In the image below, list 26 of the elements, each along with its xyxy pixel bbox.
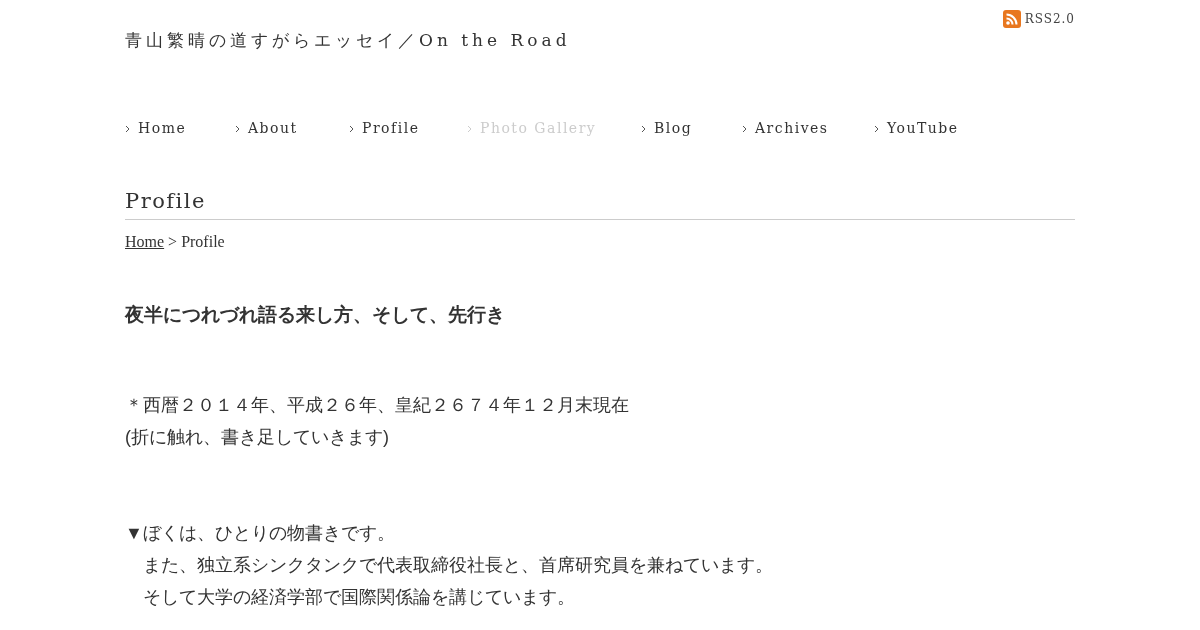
text-line: ＊西暦２０１４年、平成２６年、皇紀２６７４年１２月末現在 xyxy=(125,393,630,417)
breadcrumb-separator: > xyxy=(168,232,178,252)
nav-link[interactable]: Blog xyxy=(641,118,693,139)
site-title: 青山繁晴の道すがらエッセイ／On the Road xyxy=(125,29,571,52)
chevron-icon xyxy=(467,124,472,133)
chevron-icon xyxy=(349,124,354,133)
text-line: ▼ぼくは、ひとりの物書きです。 xyxy=(125,521,396,545)
chevron-icon xyxy=(742,124,747,133)
rss-link[interactable]: RSS2.0 xyxy=(1002,10,1075,28)
text-line: また、独立系シンクタンクで代表取締役社長と、首席研究員を兼ねています。 xyxy=(142,553,774,577)
chevron-icon xyxy=(125,124,130,133)
nav-link[interactable]: About xyxy=(235,118,298,139)
nav-link[interactable]: Archives xyxy=(742,118,829,139)
nav-link[interactable]: YouTube xyxy=(874,118,959,139)
nav-link[interactable]: Home xyxy=(125,118,187,139)
breadcrumb-link[interactable]: Home xyxy=(125,230,165,254)
chevron-icon xyxy=(641,124,646,133)
breadcrumb-current: Profile xyxy=(181,232,225,252)
nav-link[interactable]: Profile xyxy=(349,118,420,139)
text-line: そして大学の経済学部で国際関係論を講じています。 xyxy=(142,585,576,609)
text-line: (折に触れ、書き足していきます) xyxy=(125,425,390,449)
page-title: Profile xyxy=(125,185,1075,220)
article-heading: 夜半につれづれ語る来し方、そして、先行き xyxy=(125,302,506,327)
chevron-icon xyxy=(235,124,240,133)
chevron-icon xyxy=(874,124,879,133)
rss-icon xyxy=(1002,10,1021,28)
